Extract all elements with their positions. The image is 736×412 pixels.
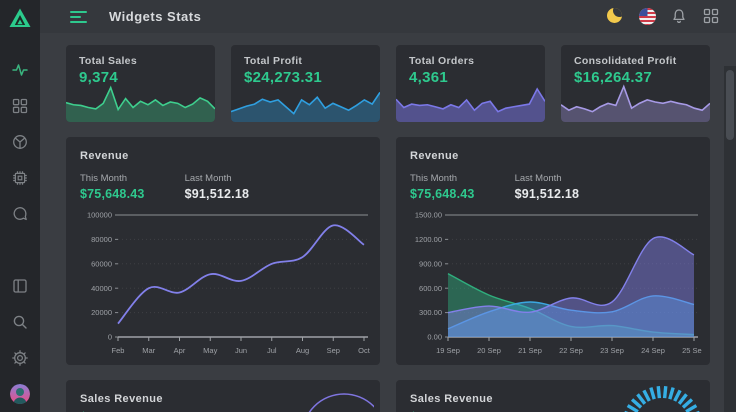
sales-revenue-row: Sales Revenue $9,641.26 Sales Revenue $9… bbox=[66, 380, 710, 412]
language-flag-icon[interactable] bbox=[639, 8, 656, 25]
stat-card-consolidated-profit: Consolidated Profit $16,264.37 bbox=[561, 45, 710, 122]
revenue-stats: This Month $75,648.43 Last Month $91,512… bbox=[410, 173, 696, 201]
revenue-card-daily: Revenue This Month $75,648.43 Last Month… bbox=[396, 137, 710, 365]
sidebar bbox=[0, 0, 40, 412]
sidebar-item-activity-icon[interactable] bbox=[12, 62, 28, 78]
scrollbar[interactable] bbox=[724, 66, 736, 412]
app-logo-icon[interactable] bbox=[8, 7, 32, 34]
sales-revenue-card-1: Sales Revenue $9,641.26 bbox=[66, 380, 380, 412]
sidebar-item-search-icon[interactable] bbox=[12, 314, 28, 330]
revenue-card-monthly: Revenue This Month $75,648.43 Last Month… bbox=[66, 137, 380, 365]
svg-text:0: 0 bbox=[108, 333, 112, 342]
total-sales-sparkline-chart bbox=[66, 82, 215, 122]
revenue-row: Revenue This Month $75,648.43 Last Month… bbox=[66, 137, 710, 365]
svg-text:May: May bbox=[203, 346, 217, 355]
stat-card-total-sales: Total Sales 9,374 bbox=[66, 45, 215, 122]
sidebar-item-settings-gear-icon[interactable] bbox=[12, 350, 28, 366]
notifications-bell-icon[interactable] bbox=[671, 8, 688, 25]
svg-text:Aug: Aug bbox=[296, 346, 309, 355]
last-month-label: Last Month bbox=[185, 173, 250, 184]
svg-text:Feb: Feb bbox=[112, 346, 125, 355]
revenue-stats: This Month $75,648.43 Last Month $91,512… bbox=[80, 173, 366, 201]
this-month-value: $75,648.43 bbox=[80, 187, 145, 201]
svg-text:25 Sep: 25 Sep bbox=[682, 346, 702, 355]
tick-gauge-chart bbox=[412, 380, 704, 412]
last-month-value: $91,512.18 bbox=[185, 187, 250, 201]
content-area: Total Sales 9,374 Total Profit $24,273.3… bbox=[40, 33, 736, 412]
stat-label: Total Orders bbox=[409, 55, 532, 67]
sales-revenue-card-2: Sales Revenue $9,641.26 bbox=[396, 380, 710, 412]
stat-card-total-profit: Total Profit $24,273.31 bbox=[231, 45, 380, 122]
sidebar-item-chat-icon[interactable] bbox=[12, 206, 28, 222]
svg-text:Oct: Oct bbox=[358, 346, 371, 355]
total-profit-sparkline-chart bbox=[231, 82, 380, 122]
header-actions bbox=[607, 8, 720, 25]
dark-mode-moon-icon[interactable] bbox=[607, 8, 624, 25]
card-title: Revenue bbox=[80, 150, 366, 162]
last-month-label: Last Month bbox=[515, 173, 580, 184]
svg-text:900.00: 900.00 bbox=[419, 259, 442, 268]
app-window: Widgets Stats bbox=[0, 0, 736, 412]
stat-label: Total Sales bbox=[79, 55, 202, 67]
svg-text:Jun: Jun bbox=[235, 346, 247, 355]
consolidated-profit-sparkline-chart bbox=[561, 82, 710, 122]
svg-text:Jul: Jul bbox=[267, 346, 277, 355]
svg-text:20 Sep: 20 Sep bbox=[477, 346, 501, 355]
circle-gauge-chart bbox=[82, 380, 374, 412]
this-month-label: This Month bbox=[80, 173, 145, 184]
sidebar-item-cpu-chip-icon[interactable] bbox=[12, 170, 28, 186]
menu-toggle-icon[interactable] bbox=[70, 8, 87, 26]
total-orders-sparkline-chart bbox=[396, 82, 545, 122]
top-header: Widgets Stats bbox=[40, 0, 736, 33]
svg-text:Sep: Sep bbox=[327, 346, 340, 355]
revenue-area-chart: 0.00 300.00 600.00 900.00 1200.00 1500.00 19 S… bbox=[410, 207, 702, 357]
user-avatar[interactable] bbox=[10, 384, 30, 404]
stat-label: Consolidated Profit bbox=[574, 55, 697, 67]
scrollbar-thumb[interactable] bbox=[726, 70, 734, 140]
svg-text:600.00: 600.00 bbox=[419, 284, 442, 293]
page-title: Widgets Stats bbox=[109, 9, 201, 24]
svg-text:80000: 80000 bbox=[91, 235, 112, 244]
this-month-label: This Month bbox=[410, 173, 475, 184]
revenue-line-chart: 0 20000 40000 60000 80000 100000 Feb Mar Apr May J… bbox=[80, 207, 372, 357]
svg-text:24 Sep: 24 Sep bbox=[641, 346, 665, 355]
sidebar-item-layout-icon[interactable] bbox=[12, 278, 28, 294]
svg-text:22 Sep: 22 Sep bbox=[559, 346, 583, 355]
svg-text:21 Sep: 21 Sep bbox=[518, 346, 542, 355]
svg-text:Apr: Apr bbox=[174, 346, 186, 355]
svg-text:60000: 60000 bbox=[91, 259, 112, 268]
svg-text:1500.00: 1500.00 bbox=[415, 211, 442, 220]
svg-text:300.00: 300.00 bbox=[419, 308, 442, 317]
svg-text:23 Sep: 23 Sep bbox=[600, 346, 624, 355]
last-month-value: $91,512.18 bbox=[515, 187, 580, 201]
svg-text:40000: 40000 bbox=[91, 284, 112, 293]
stats-row: Total Sales 9,374 Total Profit $24,273.3… bbox=[66, 45, 710, 122]
svg-text:0.00: 0.00 bbox=[427, 333, 442, 342]
stat-card-total-orders: Total Orders 4,361 bbox=[396, 45, 545, 122]
svg-text:Mar: Mar bbox=[142, 346, 155, 355]
main-area: Widgets Stats bbox=[40, 0, 736, 412]
this-month-value: $75,648.43 bbox=[410, 187, 475, 201]
svg-text:19 Sep: 19 Sep bbox=[436, 346, 460, 355]
card-title: Revenue bbox=[410, 150, 696, 162]
sidebar-item-sphere-icon[interactable] bbox=[12, 134, 28, 150]
svg-text:20000: 20000 bbox=[91, 308, 112, 317]
svg-text:100000: 100000 bbox=[87, 211, 112, 220]
stat-label: Total Profit bbox=[244, 55, 367, 67]
sidebar-item-dashboard-grid-icon[interactable] bbox=[12, 98, 28, 114]
svg-text:1200.00: 1200.00 bbox=[415, 235, 442, 244]
apps-grid-icon[interactable] bbox=[703, 8, 720, 25]
